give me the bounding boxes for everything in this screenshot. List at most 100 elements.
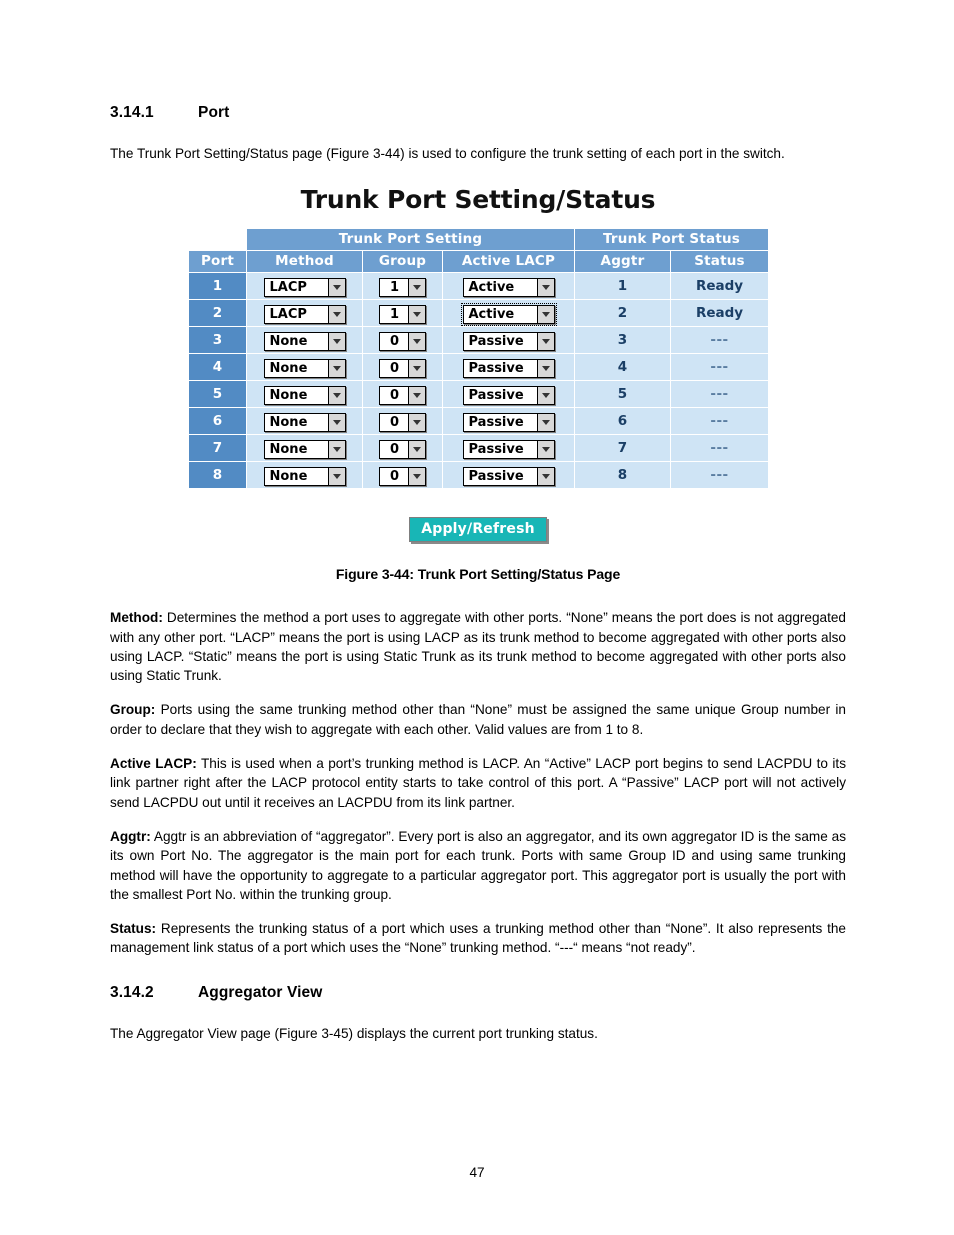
chevron-down-icon [536,278,554,296]
cell-method: LACP [246,272,363,301]
cell-active-lacp: Passive [442,434,575,463]
active-lacp-select-port-1-value: Active [468,279,515,295]
cell-port: 7 [188,434,247,463]
section-title: Aggregator View [198,983,323,1001]
group-select-port-3[interactable]: 0 [379,331,426,351]
cell-aggtr: 4 [574,353,671,382]
column-header-aggtr: Aggtr [574,250,671,274]
table-row: 3 None 0 Passive 3 --- [188,326,769,355]
cell-port: 1 [188,272,247,301]
active-lacp-select-port-6[interactable]: Passive [462,412,555,432]
method-select-port-1-value: LACP [269,279,307,295]
definition-paragraph: Method: Determines the method a port use… [110,608,846,685]
method-select-port-8[interactable]: None [263,466,346,486]
method-select-port-1[interactable]: LACP [263,277,346,297]
definition-paragraph: Aggtr: Aggtr is an abbreviation of “aggr… [110,827,846,904]
chevron-down-icon [408,413,425,431]
apply-button-container: Apply/Refresh [188,489,768,546]
group-select-port-4[interactable]: 0 [379,358,426,378]
method-select-port-6[interactable]: None [263,412,346,432]
method-select-port-7[interactable]: None [263,439,346,459]
chevron-down-icon [408,467,425,485]
active-lacp-select-port-4[interactable]: Passive [462,358,555,378]
group-select-port-5[interactable]: 0 [379,385,426,405]
cell-aggtr: 6 [574,407,671,436]
apply-refresh-button[interactable]: Apply/Refresh [409,517,547,543]
cell-port: 4 [188,353,247,382]
chevron-down-icon [536,305,554,323]
cell-aggtr: 8 [574,461,671,490]
group-select-port-6[interactable]: 0 [379,412,426,432]
cell-active-lacp: Passive [442,353,575,382]
group-select-port-2[interactable]: 1 [379,304,426,324]
chevron-down-icon [536,332,554,350]
table-row: 2 LACP 1 Active 2 Ready [188,299,769,328]
definition-term: Active LACP: [110,756,197,772]
table-row: 7 None 0 Passive 7 --- [188,434,769,463]
chevron-down-icon [327,467,345,485]
definition-paragraph: Active LACP: This is used when a port’s … [110,754,846,812]
cell-active-lacp: Passive [442,326,575,355]
chevron-down-icon [536,440,554,458]
active-lacp-select-port-7[interactable]: Passive [462,439,555,459]
method-select-port-5[interactable]: None [263,385,346,405]
chevron-down-icon [408,278,425,296]
method-select-port-2[interactable]: LACP [263,304,346,324]
group-select-port-7-value: 0 [389,441,400,457]
active-lacp-select-port-8[interactable]: Passive [462,466,555,486]
section-intro-paragraph: The Aggregator View page (Figure 3-45) d… [110,1025,598,1041]
cell-port: 6 [188,407,247,436]
cell-active-lacp: Passive [442,407,575,436]
section-heading-3-14-1: 3.14.1 Port [110,104,846,122]
page-number: 47 [469,1165,485,1180]
group-select-port-8-value: 0 [389,468,400,484]
method-select-port-4-value: None [269,360,308,376]
trunk-table-body: 1 LACP 1 Active 1 Ready 2 LACP 1 Active 2 Ready 3 Non… [188,272,769,490]
group-select-port-3-value: 0 [389,333,400,349]
chevron-down-icon [536,386,554,404]
cell-aggtr: 2 [574,299,671,328]
group-select-port-8[interactable]: 0 [379,466,426,486]
group-select-port-6-value: 0 [389,414,400,430]
method-select-port-3[interactable]: None [263,331,346,351]
chevron-down-icon [408,332,425,350]
cell-group: 0 [362,407,443,436]
column-header-method: Method [246,250,363,274]
page-content: 3.14.1 Port The Trunk Port Setting/Statu… [110,104,846,1043]
table-group-header-row: Trunk Port Setting Trunk Port Status [188,228,769,252]
chevron-down-icon [408,386,425,404]
cell-active-lacp: Passive [442,380,575,409]
active-lacp-select-port-5[interactable]: Passive [462,385,555,405]
cell-port: 2 [188,299,247,328]
active-lacp-select-port-2[interactable]: Active [460,302,557,326]
active-lacp-select-port-1[interactable]: Active [462,277,555,297]
method-select-port-6-value: None [269,414,308,430]
cell-port: 8 [188,461,247,490]
header-spacer [188,228,247,252]
active-lacp-select-port-3[interactable]: Passive [462,331,555,351]
definition-term: Group: [110,702,156,718]
definition-text: Represents the trunking status of a port… [110,921,846,956]
cell-port: 5 [188,380,247,409]
cell-group: 0 [362,461,443,490]
cell-status: Ready [670,272,769,301]
table-column-header-row: Port Method Group Active LACP Aggtr Stat… [188,250,769,274]
column-header-group: Group [362,250,443,274]
table-row: 8 None 0 Passive 8 --- [188,461,769,490]
cell-status: --- [670,461,769,490]
cell-group: 0 [362,434,443,463]
method-select-port-4[interactable]: None [263,358,346,378]
table-row: 5 None 0 Passive 5 --- [188,380,769,409]
cell-status: --- [670,353,769,382]
definition-term: Method: [110,610,163,626]
column-header-port: Port [188,250,247,274]
group-select-port-1[interactable]: 1 [379,277,426,297]
section-number: 3.14.1 [110,104,154,121]
group-select-port-2-value: 1 [389,306,400,322]
group-select-port-7[interactable]: 0 [379,439,426,459]
